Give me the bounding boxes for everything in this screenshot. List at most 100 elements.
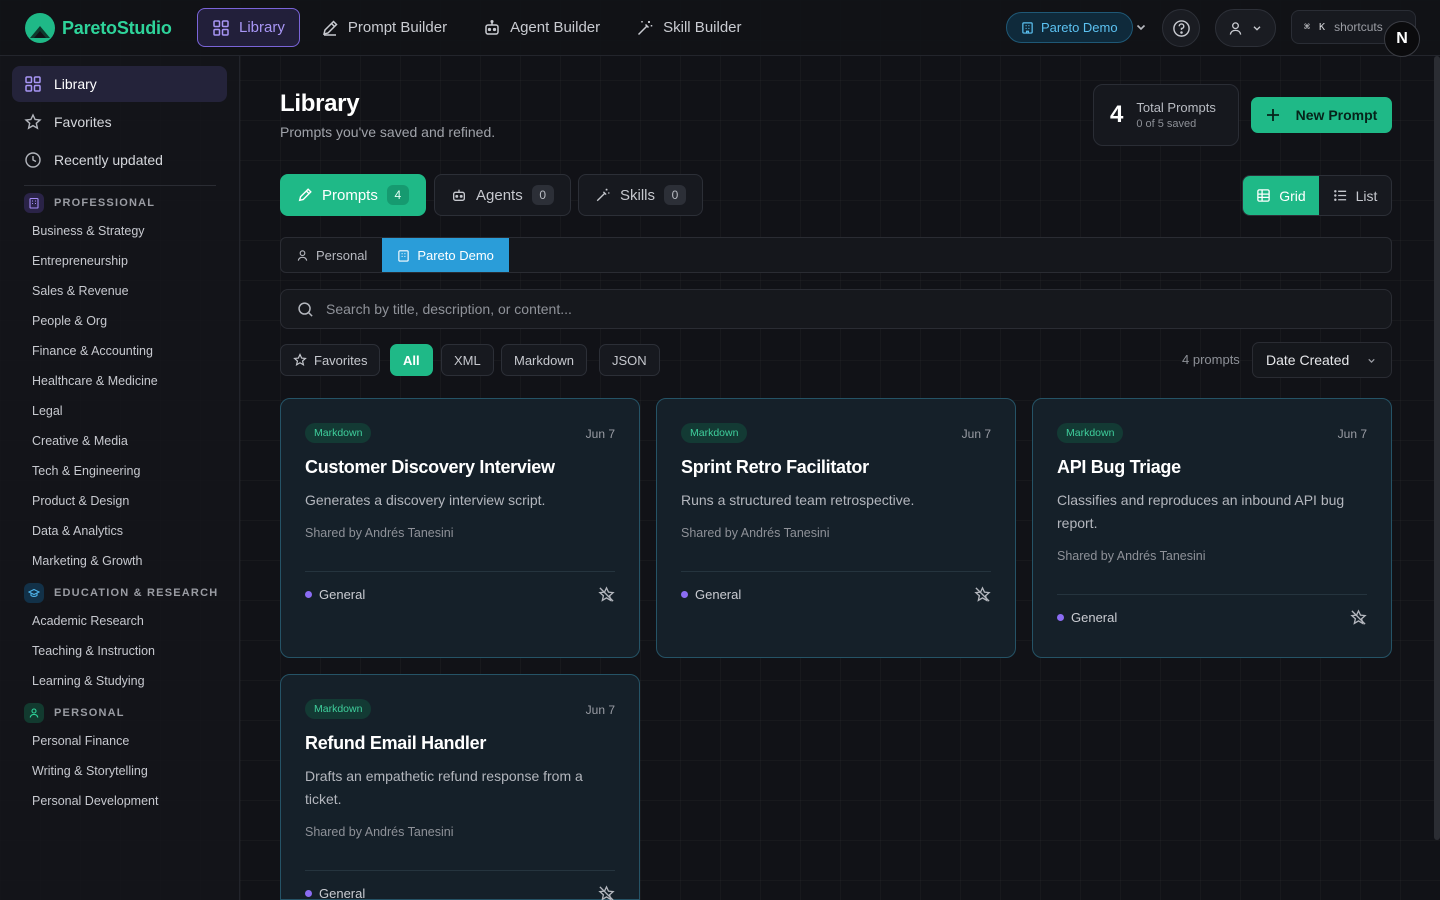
chevron-down-icon[interactable] [1134, 20, 1148, 34]
category-item[interactable]: Marketing & Growth [32, 552, 142, 570]
category-label: General [1071, 610, 1118, 625]
sidebar-item-recent[interactable]: Recently updated [12, 142, 227, 178]
category-item[interactable]: Tech & Engineering [32, 462, 140, 480]
prompt-card[interactable]: Markdown Jun 7 API Bug Triage Classifies… [1032, 398, 1392, 658]
category-item[interactable]: Entrepreneurship [32, 252, 128, 270]
prompt-card[interactable]: Markdown Jun 7 Refund Email Handler Draf… [280, 674, 640, 900]
category-item[interactable]: Sales & Revenue [32, 282, 129, 300]
category-item[interactable]: Personal Development [32, 792, 158, 810]
view-list-button[interactable]: List [1319, 176, 1391, 215]
category-item[interactable]: Learning & Studying [32, 672, 145, 690]
star-icon [24, 113, 42, 130]
format-filter-all[interactable]: All [390, 344, 433, 376]
nav-skill-builder[interactable]: Skill Builder [621, 8, 756, 47]
category-item[interactable]: Healthcare & Medicine [32, 372, 158, 390]
card-date: Jun 7 [585, 703, 615, 717]
pareto-logo-icon [25, 13, 55, 43]
section-education[interactable]: EDUCATION & RESEARCH [24, 583, 218, 603]
star-off-icon[interactable] [598, 885, 615, 900]
pen-icon [322, 19, 338, 36]
help-button[interactable] [1162, 9, 1200, 47]
new-prompt-button[interactable]: New Prompt [1251, 97, 1392, 133]
category-item[interactable]: People & Org [32, 312, 107, 330]
search-input[interactable] [326, 301, 1391, 317]
scrollbar[interactable] [1434, 56, 1440, 840]
format-badge: Markdown [681, 423, 748, 443]
card-date: Jun 7 [1337, 427, 1367, 441]
format-filter-json[interactable]: JSON [599, 344, 660, 376]
category-item[interactable]: Business & Strategy [32, 222, 145, 240]
star-off-icon[interactable] [598, 586, 615, 603]
section-personal[interactable]: PERSONAL [24, 703, 125, 723]
scope-switcher: Personal Pareto Demo [280, 237, 1392, 273]
card-title: API Bug Triage [1057, 457, 1181, 477]
sort-value: Date Created [1266, 352, 1350, 368]
category-item[interactable]: Finance & Accounting [32, 342, 153, 360]
k-key: K [1319, 21, 1326, 33]
card-date: Jun 7 [585, 427, 615, 441]
sidebar-item-favorites[interactable]: Favorites [12, 104, 227, 140]
star-off-icon[interactable] [1350, 609, 1367, 626]
saved-quota: 0 of 5 saved [1136, 118, 1197, 130]
app-name: ParetoStudio [62, 17, 172, 38]
star-off-icon[interactable] [974, 586, 991, 603]
card-body: Runs a structured team retrospective. Sh… [681, 489, 993, 545]
tab-agents[interactable]: Agents 0 [434, 174, 571, 216]
category-item[interactable]: Product & Design [32, 492, 129, 510]
chevron-down-icon [1253, 26, 1261, 31]
user-icon [1229, 21, 1242, 35]
user-menu-button[interactable] [1215, 9, 1276, 47]
category-item[interactable]: Writing & Storytelling [32, 762, 148, 780]
view-grid-label: Grid [1279, 187, 1306, 204]
card-description: Classifies and reproduces an inbound API… [1057, 492, 1345, 531]
logo[interactable]: ParetoStudio [24, 11, 172, 45]
page-subtitle: Prompts you've saved and refined. [280, 124, 496, 140]
sidebar-item-label: Recently updated [54, 152, 163, 168]
sidebar-item-library[interactable]: Library [12, 66, 227, 102]
nav-library[interactable]: Library [197, 8, 300, 47]
tab-label: Agents [476, 186, 523, 204]
prompt-card[interactable]: Markdown Jun 7 Customer Discovery Interv… [280, 398, 640, 658]
format-filter-xml[interactable]: XML [441, 344, 494, 376]
table-grid-icon [1257, 189, 1271, 202]
section-professional[interactable]: PROFESSIONAL [24, 193, 155, 213]
sidebar: Library Favorites Recently updated PROFE… [0, 56, 240, 900]
tab-prompts[interactable]: Prompts 4 [280, 174, 426, 216]
category-item[interactable]: Creative & Media [32, 432, 128, 450]
category-item[interactable]: Legal [32, 402, 63, 420]
scope-pareto-demo[interactable]: Pareto Demo [382, 238, 509, 272]
view-list-label: List [1355, 187, 1378, 204]
format-badge: Markdown [305, 423, 372, 443]
category-item[interactable]: Personal Finance [32, 732, 129, 750]
count-badge: 0 [664, 185, 687, 205]
dev-badge[interactable]: N [1384, 21, 1420, 57]
card-description: Drafts an empathetic refund response fro… [305, 768, 583, 807]
tab-skills[interactable]: Skills 0 [578, 174, 704, 216]
category-item[interactable]: Teaching & Instruction [32, 642, 155, 660]
sort-select[interactable]: Date Created [1252, 342, 1392, 378]
nav-prompt-builder[interactable]: Prompt Builder [306, 8, 462, 47]
org-switcher[interactable]: Pareto Demo [1006, 12, 1133, 43]
format-badge: Markdown [1057, 423, 1124, 443]
graduation-cap-icon [24, 583, 44, 603]
search-icon [298, 301, 313, 317]
grid-icon [213, 19, 229, 36]
category-item[interactable]: Academic Research [32, 612, 144, 630]
scope-label: Pareto Demo [417, 247, 494, 263]
favorites-filter[interactable]: Favorites [280, 344, 381, 376]
category-item[interactable]: Data & Analytics [32, 522, 123, 540]
prompt-card[interactable]: Markdown Jun 7 Sprint Retro Facilitator … [656, 398, 1016, 658]
view-grid-button[interactable]: Grid [1243, 176, 1319, 215]
scope-personal[interactable]: Personal [281, 238, 382, 272]
format-filter-markdown[interactable]: Markdown [501, 344, 587, 376]
sidebar-item-label: Favorites [54, 114, 112, 130]
nav-agent-builder[interactable]: Agent Builder [468, 8, 615, 47]
category-label: General [319, 886, 366, 900]
nav-label: Library [239, 19, 285, 36]
building-icon [1022, 22, 1033, 34]
total-prompts-label: Total Prompts [1136, 100, 1216, 115]
main-nav: Library Prompt Builder Agent Builder Ski… [197, 8, 757, 47]
grid-icon [25, 76, 41, 92]
sidebar-item-label: Library [54, 76, 97, 92]
category-dot [305, 591, 312, 598]
